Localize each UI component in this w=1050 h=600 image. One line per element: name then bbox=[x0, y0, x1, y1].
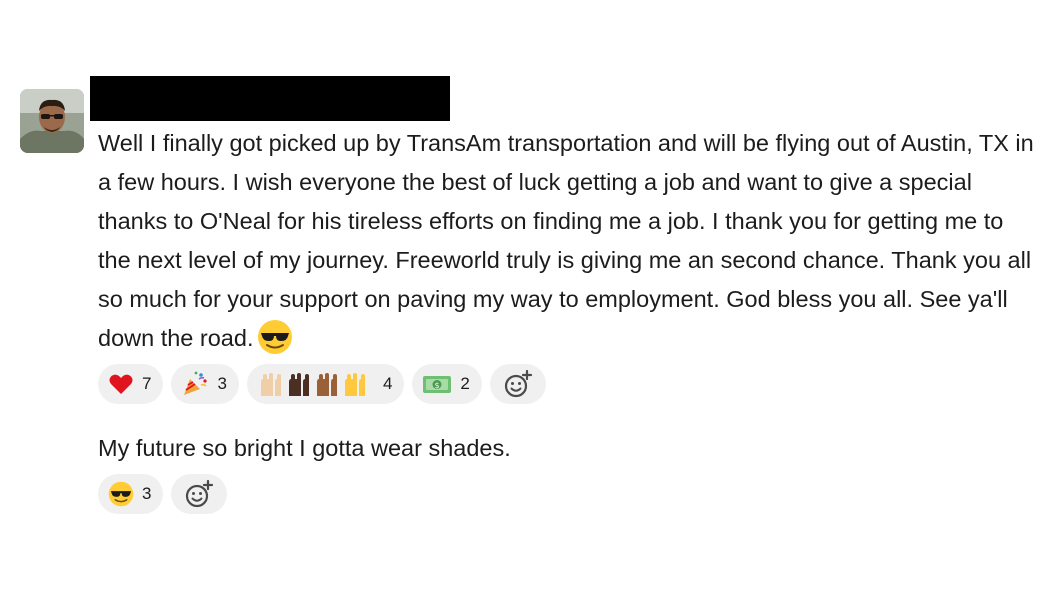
post-reactions: 7 3 4 $ 2 bbox=[98, 364, 546, 404]
redacted-username bbox=[90, 76, 450, 121]
user-avatar[interactable] bbox=[20, 89, 84, 153]
post-message: Well I finally got picked up by TransAm … bbox=[98, 124, 1038, 367]
reaction-count: 7 bbox=[142, 374, 152, 393]
reaction-dollar-bill[interactable]: $ 2 bbox=[412, 364, 482, 404]
sunglasses-face-icon bbox=[257, 319, 293, 367]
reaction-raised-hands[interactable]: 4 bbox=[246, 364, 405, 404]
sunglasses-face-icon bbox=[108, 481, 134, 507]
reaction-party-popper[interactable]: 3 bbox=[171, 364, 239, 404]
add-emoji-icon bbox=[503, 369, 533, 399]
reply-message: My future so bright I gotta wear shades. bbox=[98, 435, 511, 461]
reaction-count: 3 bbox=[142, 484, 152, 503]
raised-hands-icon bbox=[257, 370, 375, 398]
party-popper-icon bbox=[181, 370, 209, 398]
reaction-count: 3 bbox=[217, 374, 227, 393]
post-message-text: Well I finally got picked up by TransAm … bbox=[98, 130, 1034, 351]
add-reaction-button[interactable] bbox=[489, 364, 546, 404]
red-heart-icon bbox=[108, 371, 134, 397]
reaction-sunglasses[interactable]: 3 bbox=[98, 474, 164, 514]
reaction-heart[interactable]: 7 bbox=[98, 364, 164, 404]
svg-text:$: $ bbox=[435, 381, 440, 390]
reply-reactions: 3 bbox=[98, 474, 228, 514]
dollar-bill-icon: $ bbox=[422, 371, 452, 397]
add-emoji-icon bbox=[184, 479, 214, 509]
reaction-count: 2 bbox=[460, 374, 470, 393]
add-reaction-button[interactable] bbox=[171, 474, 228, 514]
reaction-count: 4 bbox=[382, 374, 393, 393]
